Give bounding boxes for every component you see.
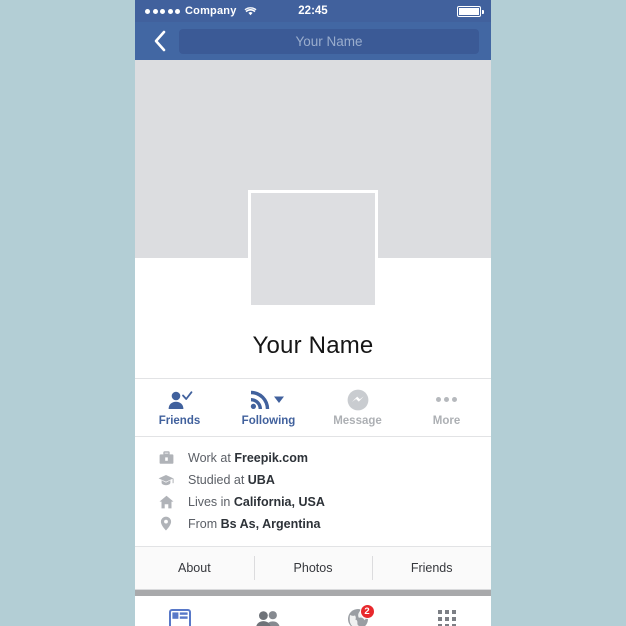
briefcase-icon (155, 450, 177, 465)
message-button-label: Message (333, 414, 382, 427)
profile-action-row: Friends Following Message More (135, 378, 491, 437)
chevron-left-icon (154, 30, 165, 52)
news-feed-icon (168, 609, 191, 626)
status-bar-right (457, 5, 484, 17)
status-bar: Company 22:45 (135, 0, 491, 22)
info-row-location[interactable]: Lives in California, USA (155, 491, 491, 512)
wifi-icon (244, 6, 257, 16)
profile-tabs: About Photos Friends (135, 547, 491, 590)
tab-photos-label: Photos (293, 561, 333, 575)
messenger-icon (347, 389, 369, 411)
tab-photos[interactable]: Photos (253, 547, 373, 589)
tab-friends-label: Friends (410, 561, 453, 575)
bottom-navigation-bar: 2 (135, 596, 491, 626)
info-text-work: Work at Freepik.com (188, 450, 308, 465)
ellipsis-icon (436, 389, 457, 411)
grid-menu-icon (437, 610, 456, 626)
map-pin-icon (155, 516, 177, 531)
back-button[interactable] (147, 29, 171, 53)
profile-photo[interactable] (248, 190, 378, 308)
cover-photo[interactable] (135, 60, 491, 308)
info-row-work[interactable]: Work at Freepik.com (155, 447, 491, 468)
signal-strength-icon (145, 8, 180, 14)
more-button[interactable]: More (402, 379, 491, 436)
profile-name: Your Name (252, 332, 374, 359)
following-button[interactable]: Following (224, 379, 313, 436)
friends-icon (255, 610, 280, 626)
tab-friends[interactable]: Friends (372, 547, 491, 589)
info-row-hometown[interactable]: From Bs As, Argentina (155, 513, 491, 534)
search-placeholder: Your Name (295, 33, 363, 49)
home-icon (155, 495, 177, 509)
info-text-education: Studied at UBA (188, 472, 275, 487)
message-button[interactable]: Message (313, 379, 402, 436)
caret-down-icon (273, 396, 284, 403)
info-text-hometown: From Bs As, Argentina (188, 516, 321, 531)
user-check-icon (167, 389, 193, 411)
nav-news-feed[interactable] (135, 596, 224, 626)
navigation-bar: Your Name (135, 22, 491, 60)
graduation-cap-icon (155, 473, 177, 487)
friends-button-label: Friends (158, 414, 201, 427)
info-row-education[interactable]: Studied at UBA (155, 469, 491, 490)
following-button-label: Following (241, 414, 296, 427)
profile-info-list: Work at Freepik.com Studied at UBA Lives… (135, 437, 491, 547)
more-button-label: More (432, 414, 461, 427)
notification-badge: 2 (359, 604, 375, 619)
nav-menu[interactable] (402, 596, 491, 626)
nav-notifications[interactable]: 2 (313, 596, 402, 626)
nav-friends[interactable] (224, 596, 313, 626)
tab-about[interactable]: About (135, 547, 254, 589)
carrier-label: Company (185, 5, 237, 17)
phone-screen: Company 22:45 Your Name Your Name Friend… (135, 0, 491, 626)
search-input[interactable]: Your Name (179, 28, 479, 54)
rss-icon (250, 389, 288, 411)
friends-button[interactable]: Friends (135, 379, 224, 436)
tab-about-label: About (178, 561, 211, 575)
info-text-location: Lives in California, USA (188, 494, 325, 509)
battery-icon (457, 5, 484, 17)
